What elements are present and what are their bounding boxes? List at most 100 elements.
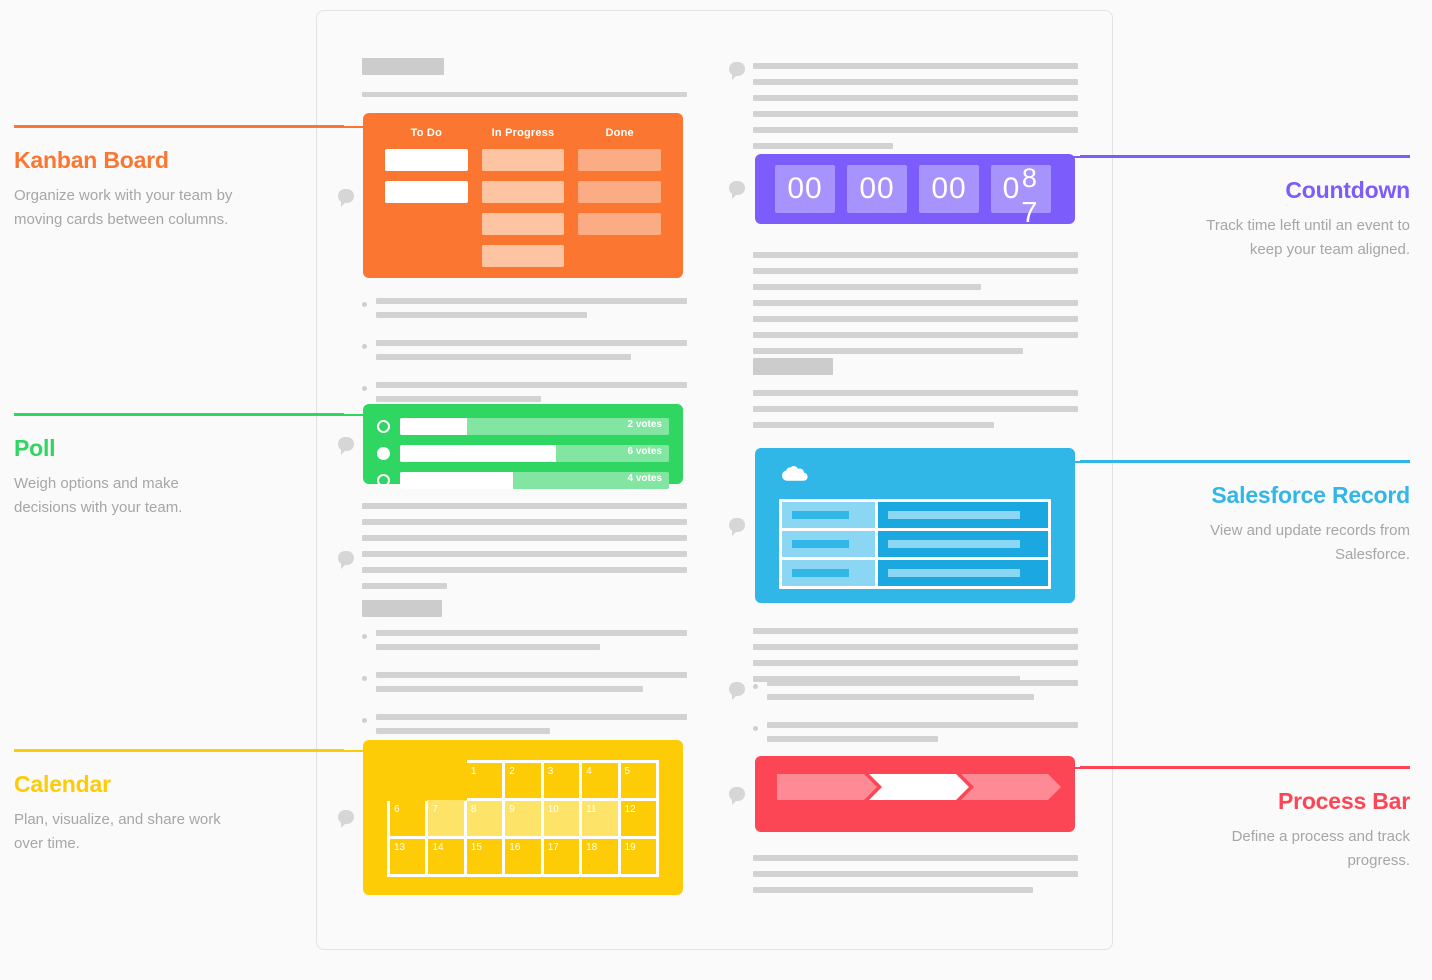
skeleton-line: [753, 644, 1078, 650]
calendar-day-cell[interactable]: 3: [540, 760, 583, 801]
skeleton-line: [362, 551, 687, 557]
radio-icon[interactable]: [377, 474, 390, 487]
calendar-day-cell[interactable]: 17: [540, 836, 583, 877]
comment-bubble-icon[interactable]: [729, 787, 745, 805]
kanban-column-header: To Do: [410, 127, 442, 139]
list-item: [362, 714, 687, 742]
skeleton-line: [753, 111, 1078, 117]
skeleton-heading: [362, 600, 442, 617]
calendar-day-cell[interactable]: 12: [617, 798, 660, 839]
process-step-active[interactable]: [869, 774, 969, 800]
skeleton-line: [376, 686, 644, 692]
calendar-day-cell[interactable]: 11: [579, 798, 621, 839]
bullet-icon: [362, 718, 367, 723]
bullet-icon: [753, 684, 758, 689]
kanban-card[interactable]: [385, 181, 468, 203]
poll-option[interactable]: 6 votes: [377, 445, 669, 462]
kanban-column-in-progress[interactable]: In Progress: [481, 127, 565, 277]
skeleton-line: [753, 127, 1078, 133]
record-field-value[interactable]: [877, 531, 1048, 557]
calendar-day-cell[interactable]: 9: [502, 798, 544, 839]
skeleton-heading-block-2: [362, 600, 687, 617]
callout-description: Define a process and track progress.: [1231, 828, 1410, 869]
salesforce-record-widget[interactable]: [755, 448, 1075, 603]
radio-icon[interactable]: [377, 420, 390, 433]
comment-bubble-icon[interactable]: [729, 682, 745, 700]
calendar-day-cell[interactable]: 15: [463, 836, 506, 877]
skeleton-line: [376, 340, 687, 346]
calendar-day-cell[interactable]: 19: [617, 836, 660, 877]
calendar-day-cell[interactable]: 4: [579, 760, 621, 801]
skeleton-line: [753, 855, 1078, 861]
callout-rule: [1080, 155, 1410, 157]
table-row[interactable]: [782, 528, 1048, 557]
comment-bubble-icon[interactable]: [729, 62, 745, 80]
skeleton-line: [376, 714, 687, 720]
calendar-day-cell[interactable]: 8: [463, 798, 506, 839]
calendar-day-cell[interactable]: 5: [617, 760, 660, 801]
bullet-icon: [362, 634, 367, 639]
skeleton-heading-block-1: [362, 58, 687, 107]
callout-description: Plan, visualize, and share work over tim…: [14, 811, 221, 852]
calendar-week-row: 1 2 3 4 5: [389, 760, 660, 801]
skeleton-line: [376, 644, 600, 650]
kanban-card[interactable]: [578, 181, 662, 203]
comment-bubble-icon[interactable]: [729, 181, 745, 199]
kanban-column-done[interactable]: Done: [578, 127, 662, 277]
skeleton-line: [753, 79, 1078, 85]
calendar-day-cell[interactable]: 16: [502, 836, 544, 877]
poll-bar-fill: [400, 472, 513, 489]
countdown-seconds-tens: 0: [1002, 172, 1021, 205]
comment-bubble-icon[interactable]: [729, 518, 745, 536]
poll-option[interactable]: 4 votes: [377, 472, 669, 489]
calendar-week-row: 6 7 8 9 10 11 12: [386, 798, 660, 839]
process-bar-widget[interactable]: [755, 756, 1075, 832]
callout-title: Salesforce Record: [1211, 482, 1410, 508]
kanban-column-header: Done: [605, 127, 634, 139]
salesforce-cloud-icon: [779, 466, 1051, 489]
table-row[interactable]: [782, 502, 1048, 528]
calendar-day-cell[interactable]: 18: [579, 836, 621, 877]
skeleton-line: [376, 672, 687, 678]
kanban-card[interactable]: [481, 245, 565, 267]
kanban-column-todo[interactable]: To Do: [385, 127, 468, 277]
kanban-card[interactable]: [385, 149, 468, 171]
skeleton-line: [362, 567, 687, 573]
calendar-day-cell[interactable]: 7: [425, 798, 467, 839]
callout-rule: [14, 413, 344, 415]
comment-bubble-icon[interactable]: [338, 551, 354, 569]
calendar-day-cell[interactable]: 14: [425, 836, 467, 877]
kanban-card[interactable]: [481, 149, 565, 171]
skeleton-line: [376, 396, 541, 402]
skeleton-line: [362, 503, 687, 509]
poll-widget[interactable]: 2 votes 6 votes 4 votes: [363, 404, 683, 489]
radio-icon-selected[interactable]: [377, 447, 390, 460]
calendar-day-cell[interactable]: 1: [463, 760, 506, 801]
poll-votes-label: 2 votes: [627, 419, 662, 430]
process-step[interactable]: [961, 774, 1061, 800]
countdown-widget[interactable]: 00 00 00 08 7: [755, 154, 1075, 229]
callout-poll: Poll Weigh options and make decisions wi…: [14, 413, 344, 520]
table-row[interactable]: [782, 557, 1048, 586]
record-field-value[interactable]: [877, 502, 1048, 528]
calendar-day-cell[interactable]: 10: [540, 798, 583, 839]
calendar-grid: 1 2 3 4 5 6 7 8 9 10 11 12 13 14 15 16 1…: [386, 760, 660, 877]
callout-title: Kanban Board: [14, 147, 169, 173]
list-item: [362, 298, 687, 326]
process-step[interactable]: [777, 774, 877, 800]
calendar-day-cell[interactable]: 13: [386, 836, 429, 877]
kanban-card[interactable]: [578, 213, 662, 235]
kanban-card[interactable]: [481, 213, 565, 235]
record-field-value[interactable]: [877, 560, 1048, 586]
kanban-card[interactable]: [578, 149, 662, 171]
kanban-card[interactable]: [481, 181, 565, 203]
poll-bar-fill: [400, 418, 468, 435]
skeleton-line: [753, 422, 994, 428]
record-field-label: [782, 560, 878, 586]
calendar-day-cell[interactable]: 2: [502, 760, 544, 801]
poll-option[interactable]: 2 votes: [377, 418, 669, 435]
kanban-board-widget[interactable]: To Do In Progress Done: [363, 113, 683, 278]
skeleton-line: [753, 628, 1078, 634]
calendar-widget[interactable]: 1 2 3 4 5 6 7 8 9 10 11 12 13 14 15 16 1…: [363, 740, 683, 895]
calendar-day-cell[interactable]: 6: [386, 798, 429, 839]
